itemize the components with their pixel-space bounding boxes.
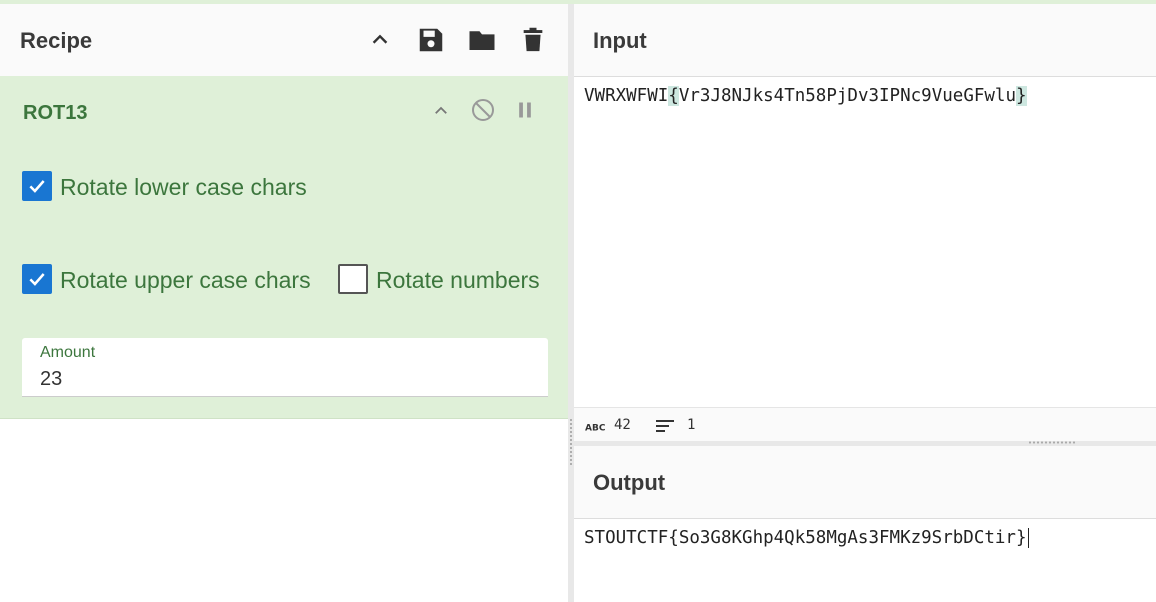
output-title: Output bbox=[593, 470, 666, 495]
amount-value[interactable]: 23 bbox=[40, 368, 62, 391]
amount-label: Amount bbox=[40, 344, 96, 361]
abc-icon: ABC bbox=[585, 420, 606, 436]
rotate-upper-checkbox[interactable] bbox=[22, 264, 52, 294]
input-close-brace: } bbox=[1016, 86, 1027, 106]
amount-field[interactable]: Amount 23 bbox=[22, 338, 548, 397]
rotate-upper-label[interactable]: Rotate upper case chars bbox=[60, 267, 311, 294]
horizontal-divider-grip[interactable] bbox=[1028, 441, 1076, 444]
text-cursor bbox=[1027, 528, 1029, 548]
recipe-title: Recipe bbox=[20, 28, 93, 53]
checkmark-icon bbox=[29, 180, 45, 193]
collapse-chevron-icon[interactable] bbox=[429, 99, 453, 123]
input-text[interactable]: VWRXWFWI{Vr3J8NJks4Tn58PjDv3IPNc9VueGFwl… bbox=[584, 86, 1027, 106]
line-count: 1 bbox=[687, 417, 696, 433]
recipe-header: Recipe bbox=[0, 4, 568, 77]
rot13-operation: ROT13 Rotate lower case chars Rotate upp… bbox=[0, 76, 568, 419]
disable-icon[interactable] bbox=[471, 98, 495, 122]
checkmark-icon bbox=[29, 273, 45, 286]
input-title: Input bbox=[593, 28, 647, 53]
input-header: Input bbox=[574, 4, 1156, 77]
trash-icon[interactable] bbox=[517, 24, 549, 56]
svg-text:ABC: ABC bbox=[585, 424, 605, 433]
output-text[interactable]: STOUTCTF{So3G8KGhp4Qk58MgAs3FMKz9SrbDCti… bbox=[584, 528, 1029, 548]
rotate-lower-checkbox[interactable] bbox=[22, 171, 52, 201]
rotate-numbers-label[interactable]: Rotate numbers bbox=[376, 267, 540, 294]
input-prefix: VWRXWFWI bbox=[584, 86, 669, 106]
recipe-pane: Recipe ROT13 Rotate lower case chars Rot… bbox=[0, 4, 568, 602]
divider-grip[interactable] bbox=[570, 418, 572, 466]
chevron-up-icon[interactable] bbox=[364, 24, 396, 56]
rotate-lower-label[interactable]: Rotate lower case chars bbox=[60, 174, 307, 201]
operation-name: ROT13 bbox=[23, 102, 88, 124]
lines-icon bbox=[656, 419, 676, 437]
input-open-brace: { bbox=[668, 86, 679, 106]
rotate-numbers-checkbox[interactable] bbox=[338, 264, 368, 294]
folder-icon[interactable] bbox=[466, 24, 498, 56]
char-count: 42 bbox=[614, 417, 631, 433]
input-body: Vr3J8NJks4Tn58PjDv3IPNc9VueGFwlu bbox=[678, 86, 1016, 106]
input-status-bar: ABC 42 1 bbox=[574, 407, 1156, 442]
pause-icon[interactable] bbox=[513, 98, 537, 122]
output-header: Output bbox=[574, 446, 1156, 519]
save-icon[interactable] bbox=[415, 24, 447, 56]
output-value: STOUTCTF{So3G8KGhp4Qk58MgAs3FMKz9SrbDCti… bbox=[584, 528, 1027, 548]
